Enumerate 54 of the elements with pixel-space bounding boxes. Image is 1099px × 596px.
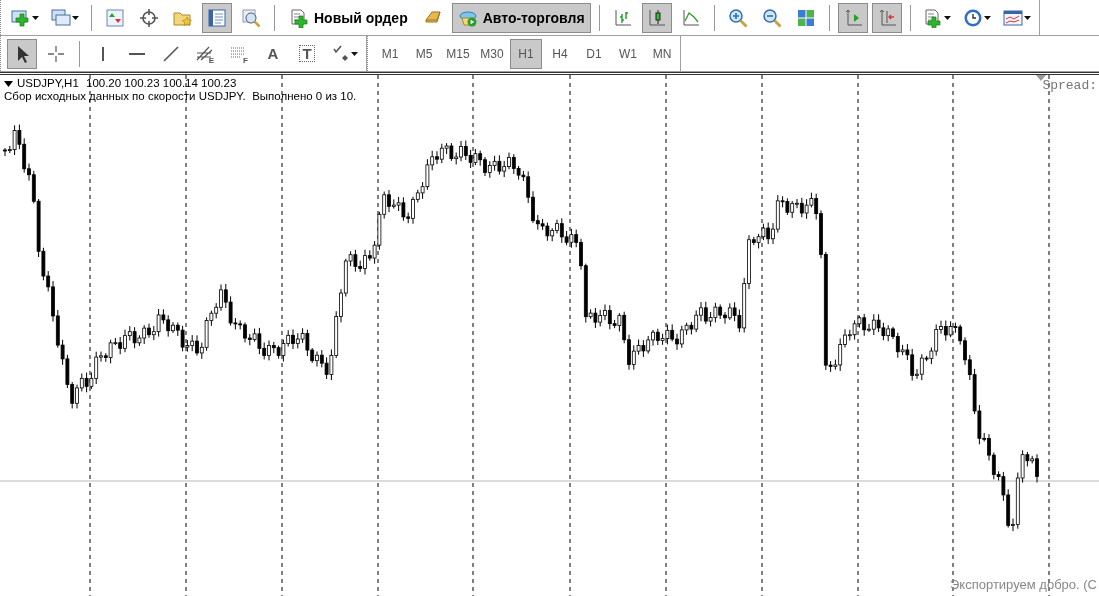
price-quotes: 100.20 100.23 100.14 100.23: [85, 77, 237, 90]
crosshair-icon: [139, 7, 159, 28]
timeframe-tab[interactable]: D1: [578, 38, 610, 69]
crosshair-icon: [46, 43, 66, 64]
caret-icon: [1023, 15, 1031, 20]
symbol-label: USDJPY,H1: [17, 77, 79, 90]
market-watch-icon: [105, 7, 125, 28]
terminal-window-icon: [207, 7, 227, 28]
arrows-icon: [330, 43, 350, 64]
timeframe-tab[interactable]: M30: [476, 38, 508, 69]
shift-marker-icon[interactable]: [1036, 75, 1046, 81]
new-order-icon: [289, 7, 309, 28]
timeframe-tab[interactable]: M15: [442, 38, 474, 69]
candle-chart-button[interactable]: [641, 2, 672, 33]
caret-icon: [351, 51, 358, 56]
profiles-icon: [51, 7, 71, 28]
dropdown-triangle-icon[interactable]: [4, 80, 13, 87]
tile-windows-icon: [795, 7, 816, 28]
hat-play-button[interactable]: Авто-торговля: [451, 2, 591, 33]
indicator-plus-icon: [922, 7, 943, 28]
candle-chart-icon: [646, 7, 667, 28]
text-label-button[interactable]: T: [292, 38, 322, 69]
timeframe-tab[interactable]: H4: [544, 38, 576, 69]
spread-label: Spread:: [1042, 78, 1097, 93]
trend-line-icon: [161, 43, 181, 64]
status-message: Сбор исходных данных по скорости USDJPY. Выполнено 0 из 10.: [4, 90, 357, 103]
vertical-line-icon: [102, 45, 104, 62]
timeframe-tab[interactable]: W1: [612, 38, 644, 69]
magnifier-chart-icon: [241, 7, 261, 28]
new-chart-icon: [11, 7, 31, 28]
caret-icon: [943, 15, 951, 20]
grid-lines-button[interactable]: F: [224, 38, 254, 69]
cursor-button[interactable]: [7, 38, 37, 69]
terminal-window-button[interactable]: [202, 2, 232, 33]
chart-shift-button[interactable]: [871, 2, 902, 33]
timeframe-tab[interactable]: MN: [646, 38, 678, 69]
caret-icon: [983, 15, 991, 20]
caret-icon: [32, 15, 39, 20]
clock-icon: [962, 7, 983, 28]
timeframe-tab[interactable]: H1: [510, 38, 542, 69]
zoom-out-icon: [761, 7, 782, 28]
caret-icon: [72, 15, 79, 20]
new-order-button[interactable]: Новый ордер: [283, 2, 414, 33]
autoscroll-button[interactable]: [837, 2, 868, 33]
template-icon: [1002, 7, 1023, 28]
bar-chart-icon: [612, 7, 633, 28]
fibonacci-button[interactable]: E: [190, 38, 220, 69]
zoom-in-icon: [727, 7, 748, 28]
timeframe-tab[interactable]: M5: [408, 38, 440, 69]
timeframe-tab[interactable]: M1: [374, 38, 406, 69]
horizontal-line-icon: [129, 52, 145, 55]
line-chart-icon: [680, 7, 701, 28]
chart-comment: Экспортируем добро. (С: [950, 577, 1097, 592]
letter-button[interactable]: A: [258, 38, 288, 69]
